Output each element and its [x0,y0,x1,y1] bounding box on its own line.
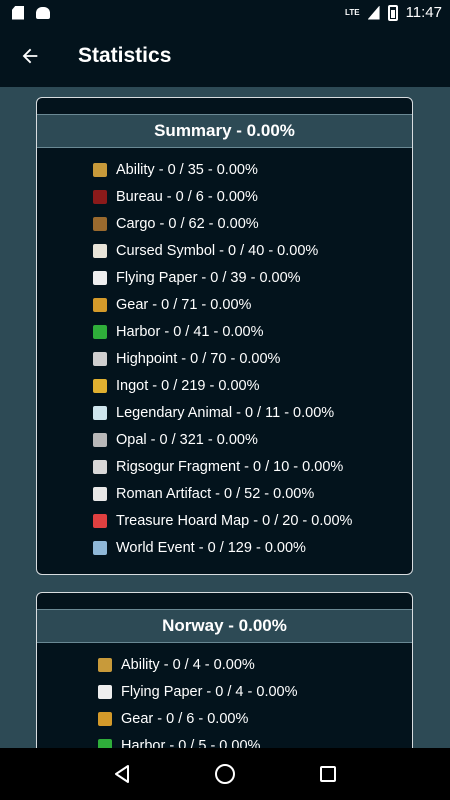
clock: 11:47 [405,4,442,21]
back-triangle-icon [114,765,129,783]
item-label: Highpoint - 0 / 70 - 0.00% [116,350,281,367]
item-label: Flying Paper - 0 / 4 - 0.00% [121,683,298,700]
bureau-icon [93,189,107,204]
network-type: LTE [345,7,360,17]
legendary-animal-icon [93,405,107,420]
item-label: Ability - 0 / 35 - 0.00% [116,161,258,178]
list-item: Harbor - 0 / 5 - 0.00% [98,732,412,748]
item-label: Opal - 0 / 321 - 0.00% [116,431,258,448]
flying-paper-icon [98,684,112,699]
nav-back-button[interactable] [107,759,137,789]
item-label: Legendary Animal - 0 / 11 - 0.00% [116,404,335,421]
ability-icon [98,657,112,672]
recents-square-icon [320,766,337,782]
list-item: Ability - 0 / 35 - 0.00% [93,156,412,183]
signal-icon [367,5,380,20]
cursed-symbol-icon [93,243,107,258]
list-item: Bureau - 0 / 6 - 0.00% [93,183,412,210]
list-item: Cursed Symbol - 0 / 40 - 0.00% [93,237,412,264]
item-label: Cargo - 0 / 62 - 0.00% [116,215,259,232]
list-item: Ingot - 0 / 219 - 0.00% [93,372,412,399]
roman-artifact-icon [93,486,107,501]
list-item: Harbor - 0 / 41 - 0.00% [93,318,412,345]
item-label: World Event - 0 / 129 - 0.00% [116,539,306,556]
card-title: Summary - 0.00% [37,114,412,148]
item-label: Harbor - 0 / 5 - 0.00% [121,737,261,749]
list-item: Ability - 0 / 4 - 0.00% [98,651,412,678]
navigation-bar [0,748,450,800]
arrow-left-icon [22,48,38,64]
item-label: Gear - 0 / 71 - 0.00% [116,296,252,313]
highpoint-icon [93,351,107,366]
item-label: Treasure Hoard Map - 0 / 20 - 0.00% [116,512,353,529]
item-label: Ingot - 0 / 219 - 0.00% [116,377,260,394]
item-label: Rigsogur Fragment - 0 / 10 - 0.00% [116,458,344,475]
world-event-icon [93,540,107,555]
item-label: Bureau - 0 / 6 - 0.00% [116,188,258,205]
list-item: Flying Paper - 0 / 4 - 0.00% [98,678,412,705]
list-item: Highpoint - 0 / 70 - 0.00% [93,345,412,372]
item-label: Harbor - 0 / 41 - 0.00% [116,323,264,340]
harbor-icon [93,324,107,339]
item-label: Cursed Symbol - 0 / 40 - 0.00% [116,242,319,259]
app-bar: Statistics [0,25,450,87]
ingot-icon [93,378,107,393]
harbor-icon [98,738,112,748]
flying-paper-icon [93,270,107,285]
gear-icon [93,297,107,312]
status-bar: LTE 11:47 [0,0,450,25]
page-title: Statistics [78,44,172,67]
battery-icon [387,4,398,21]
android-icon [36,6,50,19]
list-item: Treasure Hoard Map - 0 / 20 - 0.00% [93,507,412,534]
item-label: Flying Paper - 0 / 39 - 0.00% [116,269,301,286]
list-item: World Event - 0 / 129 - 0.00% [93,534,412,561]
list-item: Rigsogur Fragment - 0 / 10 - 0.00% [93,453,412,480]
card-title: Norway - 0.00% [37,609,412,643]
list-item: Gear - 0 / 71 - 0.00% [93,291,412,318]
summary-card: Summary - 0.00% Ability - 0 / 35 - 0.00%… [36,97,413,575]
home-circle-icon [214,764,235,784]
list-item: Gear - 0 / 6 - 0.00% [98,705,412,732]
norway-card: Norway - 0.00% Ability - 0 / 4 - 0.00% Fl… [36,592,413,748]
treasure-hoard-map-icon [93,513,107,528]
back-button[interactable] [0,25,60,87]
item-label: Roman Artifact - 0 / 52 - 0.00% [116,485,315,502]
statistics-list[interactable]: Summary - 0.00% Ability - 0 / 35 - 0.00%… [0,87,450,748]
list-item: Opal - 0 / 321 - 0.00% [93,426,412,453]
ability-icon [93,162,107,177]
cargo-icon [93,216,107,231]
opal-icon [93,432,107,447]
list-item: Legendary Animal - 0 / 11 - 0.00% [93,399,412,426]
nav-home-button[interactable] [210,759,240,789]
item-label: Ability - 0 / 4 - 0.00% [121,656,255,673]
item-label: Gear - 0 / 6 - 0.00% [121,710,249,727]
list-item: Cargo - 0 / 62 - 0.00% [93,210,412,237]
list-item: Roman Artifact - 0 / 52 - 0.00% [93,480,412,507]
list-item: Flying Paper - 0 / 39 - 0.00% [93,264,412,291]
nav-recents-button[interactable] [313,759,343,789]
rigsogur-fragment-icon [93,459,107,474]
gear-icon [98,711,112,726]
sd-card-icon [12,5,24,20]
